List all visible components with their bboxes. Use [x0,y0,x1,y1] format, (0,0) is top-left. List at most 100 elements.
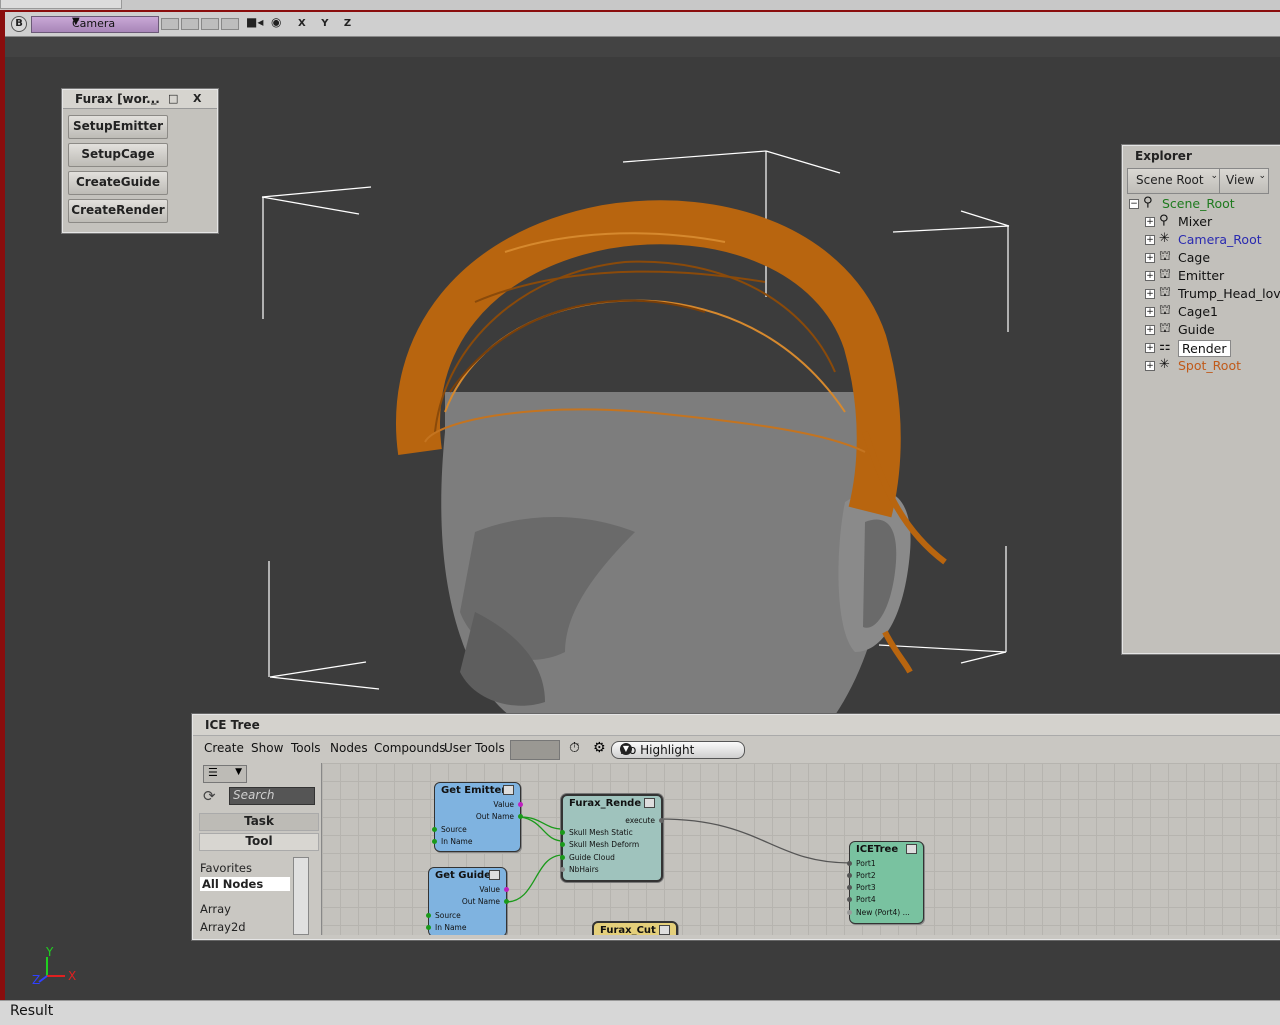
port-dot[interactable] [426,925,431,930]
furax-palette: Furax [wor... _ □ X SetupEmitter SetupCa… [62,89,218,233]
menu-show[interactable]: Show [251,741,283,755]
tree-item-label: Trump_Head_lov [1178,286,1280,301]
port-dot[interactable] [432,839,437,844]
null-icon: ✳ [1159,231,1170,246]
port-source: Source [441,825,467,834]
port-dot[interactable] [560,855,565,860]
expand-icon[interactable]: + [1145,343,1155,353]
scope-button[interactable]: Scene Root ⌄ [1127,168,1221,194]
axis-x-label: X [68,969,76,983]
port-in-name: In Name [441,837,473,846]
node-menu-icon[interactable] [489,870,500,880]
mixer-icon: ⚲ [1159,213,1169,228]
create-guide-button[interactable]: CreateGuide [68,171,168,195]
ice-menubar: Create Show Tools Nodes Compounds User T… [193,737,1280,763]
port-dot[interactable] [847,885,852,890]
expand-icon[interactable]: + [1145,361,1155,371]
port-dot[interactable] [560,842,565,847]
minimize-icon[interactable]: _ [151,92,157,105]
tree-root-label: Scene_Root [1162,196,1235,211]
port-dot[interactable] [560,830,565,835]
port-skull-deform: Skull Mesh Deform [569,840,640,849]
head-model [441,392,911,752]
port-dot[interactable] [560,867,565,872]
node-get-emitter[interactable]: Get Emitter Value Out Name Source In Nam… [432,782,523,852]
port-dot[interactable] [659,818,664,823]
menu-tools[interactable]: Tools [291,741,321,755]
port-3: Port3 [856,883,876,892]
node-menu-icon[interactable] [659,925,670,935]
node-furax-render[interactable]: Furax_Rende execute Skull Mesh Static Sk… [560,794,664,882]
refresh-icon[interactable]: ⟳ [203,787,216,805]
setup-cage-button[interactable]: SetupCage [68,143,168,167]
port-4: Port4 [856,895,876,904]
list-item-array[interactable]: Array [200,902,290,916]
port-dot[interactable] [518,814,523,819]
port-new: New (Port4) ... [856,908,910,917]
palette-titlebar[interactable]: Furax [wor... _ □ X [63,90,217,109]
ice-graph-canvas[interactable]: Get Emitter Value Out Name Source In Nam… [321,763,1280,935]
layout-buttons[interactable] [510,740,560,760]
port-dot[interactable] [847,897,852,902]
model-icon: ⛫ [1159,285,1171,300]
port-dot[interactable] [847,910,852,915]
port-dot[interactable] [847,861,852,866]
expand-icon[interactable]: + [1145,217,1155,227]
expand-icon[interactable]: + [1145,325,1155,335]
port-dot[interactable] [504,887,509,892]
port-guide-cloud: Guide Cloud [569,853,615,862]
node-get-guide[interactable]: Get Guide Value Out Name Source In Name [426,867,509,935]
list-item-all-nodes[interactable]: All Nodes [200,877,290,891]
node-furax-cut[interactable]: Furax_Cut [592,921,678,935]
search-input[interactable]: Search [229,787,315,805]
view-button[interactable]: View ⌄ [1219,168,1269,194]
expand-icon[interactable]: + [1145,271,1155,281]
list-item-favorites[interactable]: Favorites [200,861,290,875]
collapse-icon[interactable]: − [1129,199,1139,209]
highlight-select[interactable]: No Highlight ▼ [611,741,745,759]
status-bar: Result [0,1000,1280,1025]
node-menu-icon[interactable] [906,844,917,854]
ice-titlebar[interactable]: ICE Tree [193,715,1280,736]
tree-item-label: Cage [1178,250,1211,265]
expand-icon[interactable]: + [1145,235,1155,245]
node-menu-icon[interactable] [644,798,655,808]
create-render-button[interactable]: CreateRender [68,199,168,223]
setup-emitter-button[interactable]: SetupEmitter [68,115,168,139]
expand-icon[interactable]: + [1145,289,1155,299]
port-dot[interactable] [504,899,509,904]
port-dot[interactable] [426,913,431,918]
explorer-titlebar[interactable]: Explorer [1123,146,1280,166]
port-skull-static: Skull Mesh Static [569,828,633,837]
menu-user-tools[interactable]: User Tools [444,741,505,755]
model-icon: ⛫ [1159,267,1171,282]
axis-gizmo: Y X Z [32,945,76,987]
expand-icon[interactable]: + [1145,307,1155,317]
expand-icon[interactable]: + [1145,253,1155,263]
maximize-icon[interactable]: □ [168,92,178,105]
node-icetree[interactable]: ICETree Port1 Port2 Port3 Port4 New (Por… [847,841,924,924]
top-menu-strip [0,0,1280,10]
tab-tool[interactable]: Tool [199,833,319,851]
stopwatch-icon[interactable]: ⏱ [569,740,580,756]
port-nbhairs: NbHairs [569,865,599,874]
tab-task[interactable]: Task [199,813,319,831]
close-icon[interactable]: X [193,92,201,105]
tree-item-label: Emitter [1178,268,1225,283]
port-dot[interactable] [432,827,437,832]
tree-item-label: Guide [1178,322,1215,337]
top-tab[interactable] [0,0,122,9]
node-title: Furax_Cut [600,925,656,935]
menu-nodes[interactable]: Nodes [330,741,368,755]
list-scrollbar[interactable] [293,857,309,935]
port-dot[interactable] [518,802,523,807]
gear-icon[interactable]: ⚙ [593,740,606,756]
list-item-array2d[interactable]: Array2d [200,920,290,934]
node-menu-icon[interactable] [503,785,514,795]
menu-create[interactable]: Create [204,741,244,755]
node-title: Furax_Rende [569,798,642,809]
menu-compounds[interactable]: Compounds [374,741,445,755]
list-view-dropdown[interactable]: ☰ ▼ [203,765,247,783]
port-dot[interactable] [847,873,852,878]
port-value: Value [493,800,514,809]
